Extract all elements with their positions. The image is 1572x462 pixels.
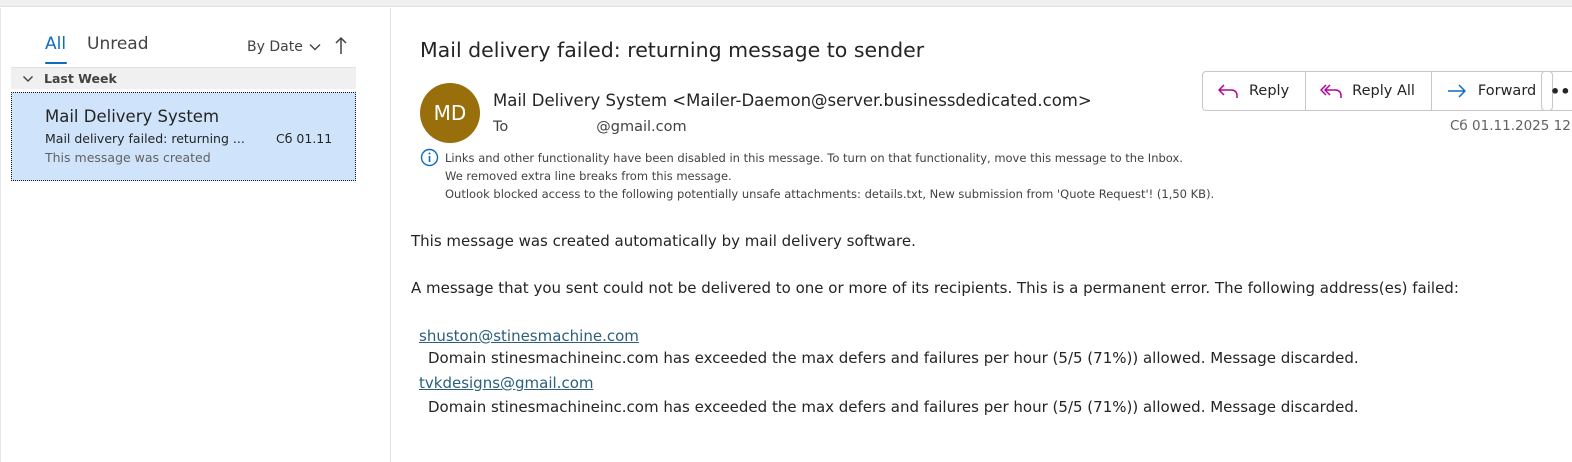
avatar-initials: MD	[433, 101, 467, 125]
info-line-links: Links and other functionality have been …	[445, 151, 1183, 165]
redacted-recipient	[512, 117, 597, 131]
forward-label: Forward	[1477, 83, 1537, 99]
tab-selected-indicator	[45, 62, 67, 64]
email-subject: Mail delivery failed: returning message …	[420, 38, 925, 62]
message-preview: This message was created	[45, 150, 211, 165]
failed-address-link[interactable]: shuston@stinesmachine.com	[419, 327, 639, 345]
body-paragraph-2: A message that you sent could not be del…	[411, 279, 1459, 297]
sort-by-date-button[interactable]: By Date	[247, 39, 321, 55]
reply-all-icon	[1320, 84, 1342, 98]
reply-label: Reply	[1249, 83, 1290, 99]
forward-icon	[1447, 84, 1466, 98]
info-line-blocked-attachments: Outlook blocked access to the following …	[445, 187, 1215, 201]
more-actions-button[interactable]: •••	[1541, 71, 1572, 111]
reading-pane: Mail delivery failed: returning message …	[392, 8, 1572, 462]
message-datetime: Сб 01.11.2025 12:0	[1450, 118, 1572, 134]
chevron-down-icon	[23, 75, 33, 82]
message-subject: Mail delivery failed: returning ...	[45, 131, 245, 146]
sort-label: By Date	[247, 39, 303, 55]
list-item[interactable]: Mail Delivery System Mail delivery faile…	[11, 92, 356, 181]
message-list-pane: All Unread By Date Last Week Mail Delive…	[0, 8, 391, 462]
more-icon: •••	[1550, 81, 1572, 101]
tab-all[interactable]: All	[45, 34, 66, 54]
to-address[interactable]: @gmail.com	[596, 119, 686, 135]
recipient-line: To @gmail.com	[493, 117, 687, 135]
reply-button[interactable]: Reply	[1203, 72, 1307, 110]
message-actions: Reply Reply All Forward	[1202, 71, 1554, 111]
reply-all-button[interactable]: Reply All	[1306, 72, 1432, 110]
tab-unread[interactable]: Unread	[87, 34, 149, 54]
failure-detail: Domain stinesmachineinc.com has exceeded…	[428, 398, 1359, 416]
to-label: To	[493, 119, 509, 135]
sort-direction-arrow-icon[interactable]	[333, 36, 349, 56]
group-header-last-week[interactable]: Last Week	[11, 67, 356, 89]
group-label: Last Week	[44, 71, 117, 86]
reply-all-label: Reply All	[1352, 83, 1415, 99]
failure-detail: Domain stinesmachineinc.com has exceeded…	[428, 349, 1359, 367]
message-sender: Mail Delivery System	[45, 107, 220, 126]
chevron-down-icon	[309, 44, 321, 51]
body-paragraph-1: This message was created automatically b…	[411, 232, 916, 250]
info-icon	[420, 148, 439, 167]
avatar[interactable]: MD	[420, 83, 480, 143]
reply-icon	[1218, 84, 1238, 98]
message-date: Сб 01.11	[276, 131, 333, 146]
sender-address[interactable]: Mail Delivery System <Mailer-Daemon@serv…	[493, 91, 1092, 110]
failed-address-link[interactable]: tvkdesigns@gmail.com	[419, 374, 594, 392]
info-line-line-breaks: We removed extra line breaks from this m…	[445, 169, 732, 183]
window-top-strip	[0, 0, 1572, 7]
forward-button[interactable]: Forward	[1432, 72, 1552, 110]
